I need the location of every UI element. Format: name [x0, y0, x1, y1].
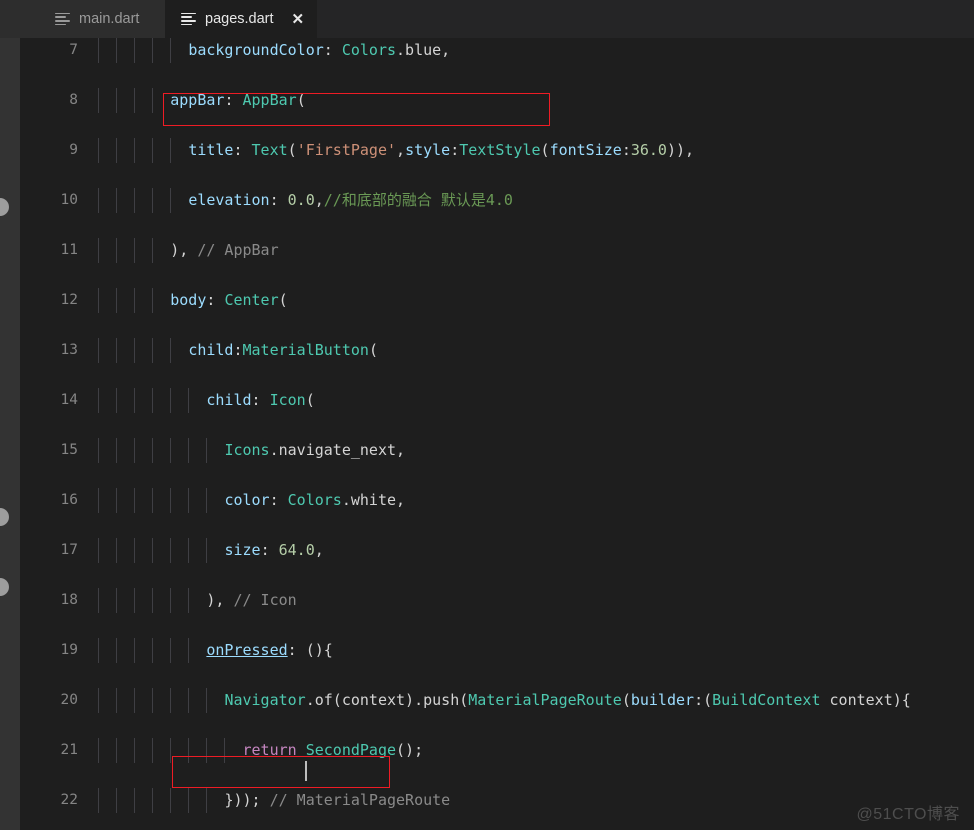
tab-label: pages.dart [205, 11, 274, 27]
line-number: 12 [60, 292, 78, 308]
code-line[interactable]: 22 })); // MaterialPageRoute [20, 788, 974, 813]
line-number: 15 [60, 442, 78, 458]
code-line-text: child:MaterialButton( [188, 341, 378, 359]
activity-bar-strip [0, 38, 20, 830]
editor-tab-bar: main.dart pages.dart ✕ [0, 0, 974, 38]
code-line[interactable]: 20 Navigator.of(context).push(MaterialPa… [20, 688, 974, 713]
line-number: 9 [69, 142, 78, 158]
code-line-text: appBar: AppBar( [170, 91, 306, 109]
code-line[interactable]: 9 title: Text('FirstPage',style:TextStyl… [20, 138, 974, 163]
line-number: 11 [60, 242, 78, 258]
panel-collapse-handle[interactable] [0, 198, 9, 216]
tab-main-dart[interactable]: main.dart [0, 0, 165, 38]
dart-file-icon [181, 12, 196, 26]
code-line-text: child: Icon( [206, 391, 315, 409]
line-number: 18 [60, 592, 78, 608]
code-line-text: color: Colors.white, [224, 491, 406, 509]
code-line[interactable]: 19 onPressed: (){ [20, 638, 974, 663]
code-line[interactable]: 14 child: Icon( [20, 388, 974, 413]
tab-bar-empty-area [317, 0, 974, 38]
code-line[interactable]: 11 ), // AppBar [20, 238, 974, 263]
line-number: 17 [60, 542, 78, 558]
code-line[interactable]: 17 size: 64.0, [20, 538, 974, 563]
watermark: @51CTO博客 [856, 806, 960, 823]
line-number: 10 [60, 192, 78, 208]
code-line[interactable]: 10 elevation: 0.0,//和底部的融合 默认是4.0 [20, 188, 974, 213]
code-line[interactable]: 21 return SecondPage(); [20, 738, 974, 763]
line-number: 21 [60, 742, 78, 758]
line-number: 7 [69, 42, 78, 58]
code-line[interactable]: 13 child:MaterialButton( [20, 338, 974, 363]
code-line-text: ), // Icon [206, 591, 297, 609]
dart-file-icon [55, 12, 70, 26]
line-number: 13 [60, 342, 78, 358]
code-line-text: title: Text('FirstPage',style:TextStyle(… [188, 141, 695, 159]
code-line-text: })); // MaterialPageRoute [224, 791, 451, 809]
code-line-text: Navigator.of(context).push(MaterialPageR… [224, 691, 911, 709]
tab-label: main.dart [79, 11, 140, 27]
line-number: 16 [60, 492, 78, 508]
editor-window: main.dart pages.dart ✕ 7 backgroundColor… [0, 0, 974, 830]
code-line-text: ), // AppBar [170, 241, 279, 259]
tab-close-icon[interactable]: ✕ [292, 12, 305, 27]
code-line-text: elevation: 0.0,//和底部的融合 默认是4.0 [188, 191, 513, 209]
code-line-text: onPressed: (){ [206, 641, 333, 659]
tab-pages-dart[interactable]: pages.dart ✕ [165, 0, 317, 38]
code-line[interactable]: 16 color: Colors.white, [20, 488, 974, 513]
line-number: 14 [60, 392, 78, 408]
code-line-text: return SecondPage(); [242, 741, 424, 759]
code-editor[interactable]: 7 backgroundColor: Colors.blue, 8 appBar:… [20, 38, 974, 830]
code-line-text: Icons.navigate_next, [224, 441, 406, 459]
panel-collapse-handle[interactable] [0, 578, 9, 596]
code-line-text: backgroundColor: Colors.blue, [188, 41, 451, 59]
code-line[interactable]: 7 backgroundColor: Colors.blue, [20, 38, 974, 63]
code-line-text: size: 64.0, [224, 541, 324, 559]
code-line[interactable]: 15 Icons.navigate_next, [20, 438, 974, 463]
line-number: 20 [60, 692, 78, 708]
code-line[interactable]: 8 appBar: AppBar( [20, 88, 974, 113]
text-caret [305, 761, 307, 781]
code-line[interactable]: 18 ), // Icon [20, 588, 974, 613]
line-number: 8 [69, 92, 78, 108]
line-number: 22 [60, 792, 78, 808]
code-line[interactable]: 12 body: Center( [20, 288, 974, 313]
code-line-text: body: Center( [170, 291, 288, 309]
code-lines-container: 7 backgroundColor: Colors.blue, 8 appBar:… [20, 38, 974, 830]
line-number: 19 [60, 642, 78, 658]
panel-collapse-handle[interactable] [0, 508, 9, 526]
